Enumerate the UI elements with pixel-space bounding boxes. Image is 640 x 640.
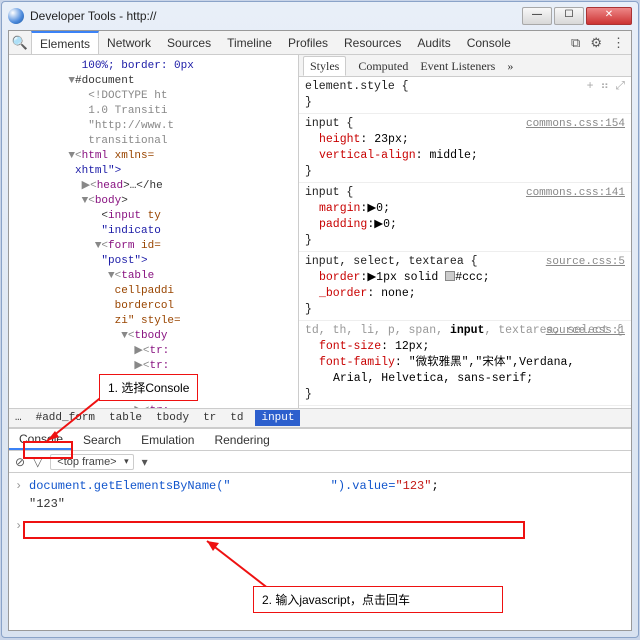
source-link[interactable]: source.css:1 [546, 323, 625, 339]
tab-network[interactable]: Network [99, 31, 159, 54]
frame-selector[interactable]: <top frame> [50, 454, 133, 470]
window-title: Developer Tools - http:// [30, 9, 522, 23]
chrome-icon [8, 8, 24, 24]
console-prompt-icon: › [15, 477, 29, 495]
new-rule-icons[interactable]: + ⠶ ⤢ [587, 79, 625, 95]
drawer-tab-console[interactable]: Console [9, 429, 73, 450]
console-history-line: document.getElementsByName("").value="12… [29, 477, 625, 495]
styles-tab[interactable]: Styles [303, 56, 346, 76]
tab-timeline[interactable]: Timeline [219, 31, 280, 54]
event-listeners-tab[interactable]: Event Listeners [420, 58, 495, 74]
console-input[interactable] [29, 517, 625, 535]
tab-sources[interactable]: Sources [159, 31, 219, 54]
console-output: "123" [29, 495, 625, 513]
tab-resources[interactable]: Resources [336, 31, 409, 54]
search-icon[interactable]: 🔍 [9, 35, 31, 51]
tab-elements[interactable]: Elements [31, 31, 99, 54]
source-link[interactable]: source.css:5 [546, 254, 625, 270]
minimize-button[interactable]: — [522, 7, 552, 25]
tab-console[interactable]: Console [459, 31, 519, 54]
overflow-icon[interactable]: ⋮ [612, 35, 625, 51]
source-link[interactable]: commons.css:141 [526, 185, 625, 201]
annotation-label-1: 1. 选择Console [99, 374, 198, 401]
close-button[interactable]: ✕ [586, 7, 632, 25]
computed-tab[interactable]: Computed [358, 58, 408, 74]
breadcrumb[interactable]: … #add_form table tbody tr td input [9, 408, 631, 428]
maximize-button[interactable]: ☐ [554, 7, 584, 25]
filter-icon[interactable]: ▽ [33, 455, 42, 469]
breadcrumb-selected[interactable]: input [255, 410, 300, 426]
color-swatch[interactable] [445, 271, 455, 281]
clear-console-icon[interactable]: ⊘ [15, 455, 25, 469]
console-prompt-icon: › [15, 517, 29, 535]
gear-icon[interactable]: ⚙ [590, 35, 602, 51]
annotation-label-2: 2. 输入javascript，点击回车 [253, 586, 503, 613]
styles-overflow[interactable]: » [507, 58, 513, 74]
tab-profiles[interactable]: Profiles [280, 31, 336, 54]
dom-tree[interactable]: 100%; border: 0px ▼#document <!DOCTYPE h… [9, 55, 299, 428]
drawer-tab-search[interactable]: Search [73, 429, 131, 450]
source-link[interactable]: commons.css:154 [526, 116, 625, 132]
drawer-toggle-icon[interactable]: ⧉ [571, 35, 580, 51]
tab-audits[interactable]: Audits [409, 31, 458, 54]
chevron-down-icon[interactable]: ▾ [142, 455, 148, 469]
drawer-tab-rendering[interactable]: Rendering [204, 429, 279, 450]
drawer-tab-emulation[interactable]: Emulation [131, 429, 204, 450]
